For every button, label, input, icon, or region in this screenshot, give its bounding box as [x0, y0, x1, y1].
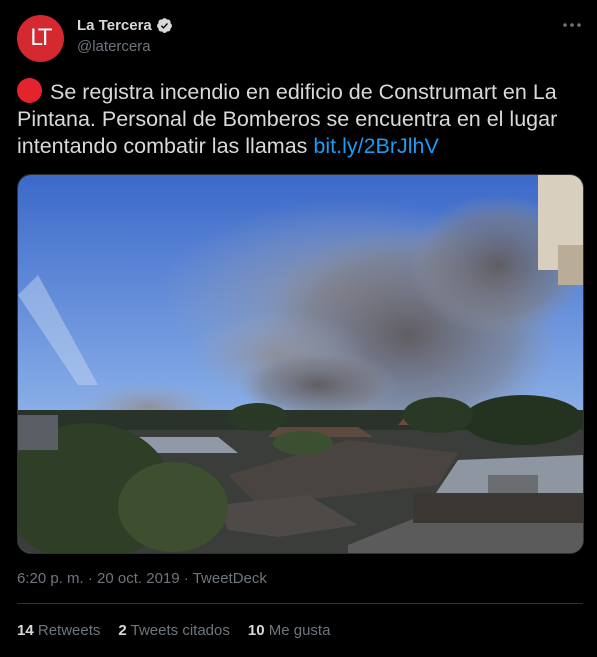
avatar-text: LT — [30, 26, 52, 51]
author-name-row[interactable]: La Tercera — [77, 17, 173, 34]
display-name[interactable]: La Tercera — [77, 17, 152, 34]
tweet-meta: 6:20 p. m. · 20 oct. 2019 · TweetDeck — [17, 570, 267, 587]
meta-separator: · — [183, 570, 189, 587]
meta-separator: · — [87, 570, 93, 587]
tweet-time[interactable]: 6:20 p. m. — [17, 570, 84, 587]
author-handle[interactable]: @latercera — [77, 38, 151, 55]
tweet-stats: 14 Retweets 2 Tweets citados 10 Me gusta — [17, 622, 330, 639]
retweets-count: 14 — [17, 622, 34, 639]
retweets-stat[interactable]: 14 Retweets — [17, 622, 100, 639]
more-options-icon[interactable] — [561, 14, 583, 36]
quotes-label: Tweets citados — [130, 622, 230, 639]
fire-smoke-photo — [18, 175, 583, 553]
likes-label: Me gusta — [268, 622, 331, 639]
red-circle-icon — [17, 78, 42, 103]
tweet-photo[interactable] — [17, 174, 584, 554]
verified-badge-icon — [156, 18, 172, 33]
tweet-body: Se registra incendio en edificio de Cons… — [17, 80, 558, 158]
tweet-source[interactable]: TweetDeck — [193, 570, 267, 587]
quotes-count: 2 — [118, 622, 127, 639]
quotes-stat[interactable]: 2 Tweets citados — [118, 622, 229, 639]
likes-stat[interactable]: 10 Me gusta — [248, 622, 331, 639]
tweet-link[interactable]: bit.ly/2BrJlhV — [313, 134, 438, 158]
divider — [17, 603, 583, 604]
tweet-text: Se registra incendio en edificio de Cons… — [17, 78, 585, 160]
avatar[interactable]: LT — [17, 15, 64, 62]
likes-count: 10 — [247, 622, 265, 639]
tweet-date[interactable]: 20 oct. 2019 — [97, 570, 180, 587]
retweets-label: Retweets — [37, 622, 101, 639]
